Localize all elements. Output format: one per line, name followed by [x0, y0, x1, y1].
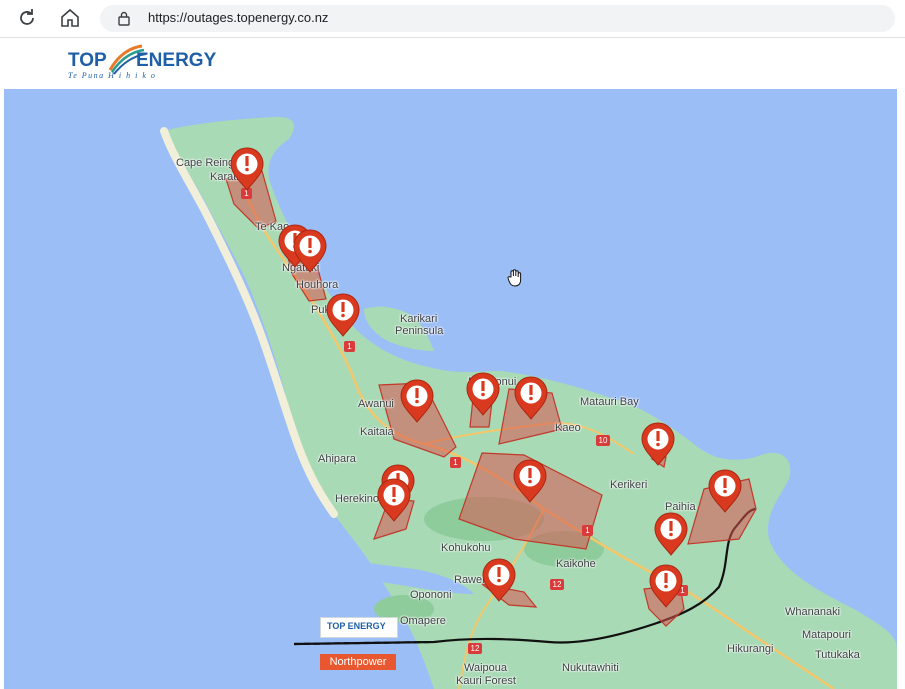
road-shield: 10: [596, 435, 610, 446]
map-label: Kaeo: [555, 422, 581, 434]
map-label: Opononi: [410, 589, 452, 601]
map-label: Ngataki: [282, 262, 320, 274]
legend-top-energy-text: TOP ENERGY: [327, 621, 386, 631]
map-label: Nukutawhiti: [562, 662, 619, 674]
home-icon[interactable]: [58, 6, 82, 30]
map-label: Tutukaka: [815, 649, 860, 661]
lock-icon[interactable]: [117, 11, 131, 26]
map-label: Mangonui: [468, 376, 517, 388]
map-label: Whananaki: [785, 606, 841, 618]
map-label: Kaitaia: [360, 426, 394, 438]
map-label: Kerikeri: [610, 479, 648, 491]
url-text: https://outages.topenergy.co.nz: [148, 10, 329, 25]
map-label: Te Kao: [255, 221, 290, 233]
map-label: Pukenui: [311, 304, 351, 316]
map-label: Houhora: [296, 279, 339, 291]
top-energy-logo[interactable]: TOP ENERGY Te Puna H i h i k o: [66, 42, 226, 82]
map-label: Awanui: [358, 398, 394, 410]
site-header: TOP ENERGY Te Puna H i h i k o: [4, 38, 897, 90]
address-bar[interactable]: https://outages.topenergy.co.nz: [100, 5, 895, 32]
svg-text:ENERGY: ENERGY: [136, 50, 217, 71]
hand-cursor-icon: [507, 269, 522, 287]
map-label: Paihia: [665, 501, 696, 513]
map-label: Hikurangi: [727, 643, 774, 655]
road-shield: 1: [344, 341, 355, 352]
road-shield: 1: [450, 457, 461, 468]
map-label: Kaikohe: [556, 558, 596, 570]
outage-map[interactable]: Cape Reinga Karatia Te Kao Ngataki Houho…: [4, 89, 897, 689]
map-label: Kauri Forest: [456, 675, 516, 687]
road-shield: 1: [677, 585, 688, 596]
svg-text:TOP: TOP: [68, 50, 107, 71]
map-label: Waipoua: [464, 662, 508, 674]
map-label: Omapere: [400, 615, 446, 627]
map-label: Karikari: [400, 313, 438, 325]
map-label: Cape Reinga: [176, 157, 241, 169]
map-label: Peninsula: [395, 325, 444, 337]
browser-toolbar: https://outages.topenergy.co.nz: [0, 0, 905, 38]
road-shield: 12: [468, 643, 482, 654]
legend-northpower-badge: Northpower: [320, 654, 396, 670]
road-shield: 12: [550, 579, 564, 590]
legend-top-energy-logo: TOP ENERGY: [320, 617, 398, 638]
reload-icon[interactable]: [15, 6, 39, 30]
window-edge: [897, 38, 905, 689]
road-shield: 1: [241, 188, 252, 199]
road-shield: 1: [582, 525, 593, 536]
map-label: Kohukohu: [441, 542, 491, 554]
map-label: Herekino: [335, 493, 380, 505]
map-label: Karatia: [210, 171, 245, 183]
map-label: Rawene: [454, 574, 495, 586]
svg-text:Te Puna H i h i k o: Te Puna H i h i k o: [68, 71, 156, 80]
map-label: Matapouri: [802, 629, 851, 641]
map-label: Ahipara: [318, 453, 356, 465]
map-label: Matauri Bay: [580, 396, 639, 408]
